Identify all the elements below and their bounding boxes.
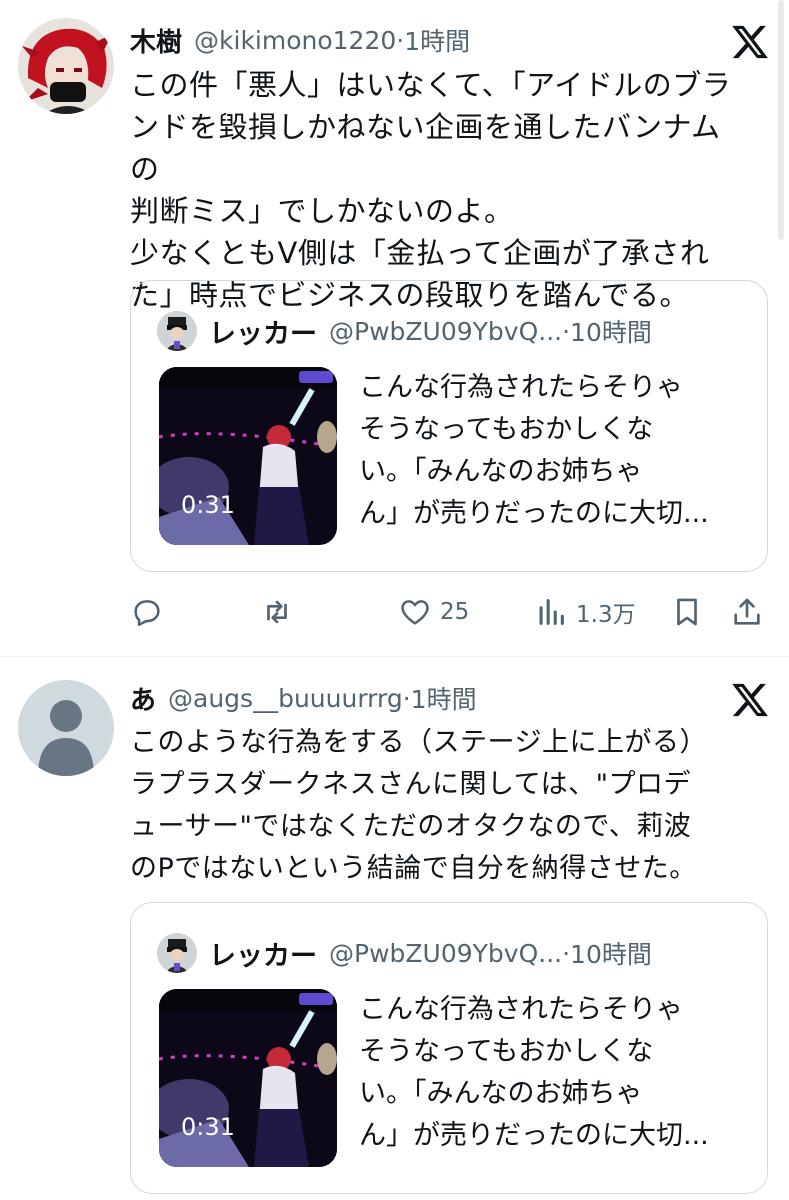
avatar[interactable] (18, 18, 114, 114)
share-button[interactable] (730, 592, 764, 632)
quoted-handle: @PwbZU09YbvQ... (329, 938, 563, 968)
quoted-tweet[interactable]: レッカー @PwbZU09YbvQ... · 10時間 0:31 こんな行為され… (130, 280, 768, 572)
quoted-text-line: そうなってもおかしくな (359, 1036, 654, 1067)
quoted-avatar (157, 311, 197, 351)
quoted-text: こんな行為されたらそりゃ そうなってもおかしくな い。「みんなのお姉ちゃ ん」が… (359, 367, 755, 535)
quoted-tweet-header: レッカー @PwbZU09YbvQ... · 10時間 (157, 311, 652, 351)
quoted-text-line: ん」が売りだったのに大切... (359, 498, 709, 529)
video-duration: 0:31 (181, 491, 235, 519)
separator: · (396, 25, 405, 55)
bookmark-icon (677, 598, 697, 626)
divider (0, 656, 789, 657)
reply-icon (134, 600, 160, 627)
timestamp[interactable]: 1時間 (404, 22, 470, 58)
quoted-display-name: レッカー (209, 318, 317, 350)
video-thumbnail[interactable]: 0:31 (159, 367, 337, 545)
separator: · (402, 683, 411, 713)
display-name[interactable]: 木樹 (130, 22, 182, 59)
bookmark-button[interactable] (670, 592, 704, 632)
quoted-avatar (157, 933, 197, 973)
tweet-text-line: のPではないという結論で自分を納得させた。 (130, 853, 697, 884)
separator: · (562, 938, 571, 968)
tweet-header: あ @augs__buuuurrrg · 1時間 (130, 676, 477, 720)
like-icon (401, 600, 429, 625)
display-name[interactable]: あ (130, 680, 156, 717)
quoted-timestamp: 10時間 (570, 940, 652, 969)
tweet[interactable]: 木樹 @kikimono1220 · 1時間 この件「悪人」はいなくて、「アイド… (0, 18, 789, 658)
reply-button[interactable] (130, 592, 164, 632)
video-thumbnail[interactable]: 0:31 (159, 989, 337, 1167)
x-logo-icon (730, 680, 770, 720)
view-count: 1.3万 (576, 602, 636, 628)
x-logo-icon (730, 22, 770, 62)
quoted-text-line: こんな行為されたらそりゃ (359, 372, 683, 403)
quoted-tweet[interactable]: レッカー @PwbZU09YbvQ... · 10時間 0:31 こんな行為され… (130, 902, 768, 1194)
tweet-text-line: この件「悪人」はいなくて、「アイドルのブラ (130, 68, 732, 102)
tweet-text: このような行為をする（ステージ上に上がる） ラプラスダークネスさんに関しては、"… (130, 722, 760, 890)
retweet-button[interactable] (260, 592, 294, 632)
tweet-text-line: 少なくともV側は「金払って企画が了承され (130, 236, 710, 270)
timestamp[interactable]: 1時間 (411, 680, 477, 716)
quoted-timestamp: 10時間 (570, 318, 652, 347)
tweet-header: 木樹 @kikimono1220 · 1時間 (130, 18, 470, 62)
tweet-text-line: ラプラスダークネスさんに関しては、"プロデ (130, 769, 692, 800)
tweet-text-line: ューサー"ではなくただのオタクなので、莉波 (130, 811, 692, 842)
quoted-text-line: い。「みんなのお姉ちゃ (359, 1078, 643, 1109)
quoted-display-name: レッカー (209, 940, 317, 972)
action-bar: 25 1.3万 (130, 592, 770, 632)
quoted-text-line: こんな行為されたらそりゃ (359, 994, 683, 1025)
tweet-text: この件「悪人」はいなくて、「アイドルのブラ ンドを毀損しかねない企画を通したバン… (130, 64, 750, 316)
quoted-text: こんな行為されたらそりゃ そうなってもおかしくな い。「みんなのお姉ちゃ ん」が… (359, 989, 755, 1157)
quoted-handle: @PwbZU09YbvQ... (329, 316, 563, 346)
handle[interactable]: @kikimono1220 (194, 26, 396, 55)
avatar[interactable] (18, 680, 114, 776)
like-count: 25 (440, 599, 470, 625)
tweet-text-line: 判断ミス」でしかないのよ。 (130, 194, 514, 228)
quoted-tweet-header: レッカー @PwbZU09YbvQ... · 10時間 (157, 933, 652, 973)
video-duration: 0:31 (181, 1113, 235, 1141)
share-icon (734, 598, 760, 625)
tweet-text-line: ンドを毀損しかねない企画を通したバンナムの (130, 110, 721, 186)
quoted-text-line: そうなってもおかしくな (359, 414, 654, 445)
quoted-text-line: ん」が売りだったのに大切... (359, 1120, 709, 1151)
like-button[interactable]: 25 (398, 592, 469, 632)
scrollbar[interactable] (778, 0, 784, 240)
handle[interactable]: @augs__buuuurrrg (168, 684, 403, 713)
tweet[interactable]: あ @augs__buuuurrrg · 1時間 このような行為をする（ステージ… (0, 676, 789, 1200)
retweet-icon (267, 600, 287, 624)
tweet-text-line: このような行為をする（ステージ上に上がる） (130, 727, 707, 758)
separator: · (562, 316, 571, 346)
views-button[interactable]: 1.3万 (534, 592, 636, 632)
views-icon (539, 599, 564, 625)
quoted-text-line: い。「みんなのお姉ちゃ (359, 456, 643, 487)
